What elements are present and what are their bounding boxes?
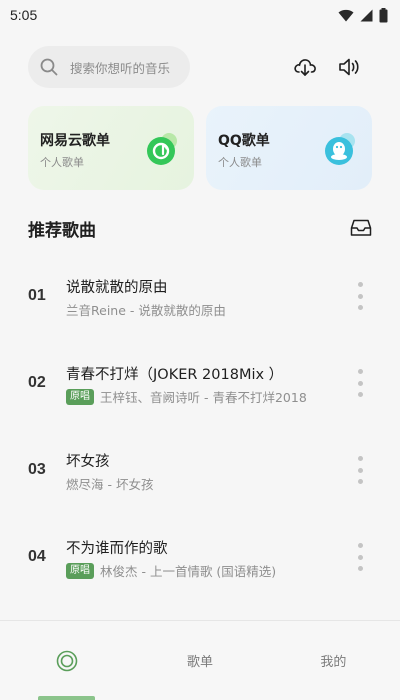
dot-icon (357, 369, 363, 374)
netease-music-icon (147, 133, 177, 165)
song-meta: 兰音Reine - 说散就散的原由 (66, 300, 226, 319)
song-artist: 王梓钰、音阙诗听 - 青春不打烊2018 (100, 390, 307, 405)
tab-mine[interactable]: 我的 (267, 621, 400, 700)
more-options-button[interactable] (354, 369, 366, 397)
dot-icon (357, 566, 363, 571)
bottom-nav: 歌单 我的 (0, 620, 400, 700)
more-options-button[interactable] (354, 543, 366, 571)
dot-icon (357, 543, 363, 548)
dot-icon (357, 479, 363, 484)
inbox-icon[interactable] (350, 218, 372, 238)
dot-icon (357, 305, 363, 310)
volume-button[interactable] (336, 54, 362, 80)
song-number: 04 (28, 548, 46, 565)
download-button[interactable] (292, 54, 318, 80)
original-badge: 原唱 (66, 562, 94, 579)
song-row[interactable]: 03 坏女孩 燃尽海 - 坏女孩 (0, 436, 400, 523)
dot-icon (357, 456, 363, 461)
section-header: 推荐歌曲 (28, 214, 372, 242)
more-options-button[interactable] (354, 282, 366, 310)
song-list: 01 说散就散的原由 兰音Reine - 说散就散的原由 02 青春不打烊（JO… (0, 262, 400, 610)
song-title: 不为谁而作的歌 (66, 541, 168, 557)
battery-icon (379, 7, 388, 22)
speaker-icon (339, 58, 359, 76)
song-title: 坏女孩 (66, 454, 110, 470)
song-row[interactable]: 01 说散就散的原由 兰音Reine - 说散就散的原由 (0, 262, 400, 349)
song-title: 青春不打烊（JOKER 2018Mix ） (66, 367, 284, 383)
song-title: 说散就散的原由 (66, 280, 168, 296)
tab-playlists[interactable]: 歌单 (133, 621, 266, 700)
song-number: 03 (28, 461, 46, 478)
search-placeholder: 搜索你想听的音乐 (70, 60, 171, 76)
tab-home[interactable] (0, 621, 133, 700)
more-options-button[interactable] (354, 456, 366, 484)
song-artist: 燃尽海 - 坏女孩 (66, 477, 154, 492)
dot-icon (357, 380, 363, 386)
qq-playlist-card[interactable]: QQ歌单 个人歌单 (206, 106, 372, 190)
card-subtitle: 个人歌单 (40, 156, 84, 169)
netease-playlist-card[interactable]: 网易云歌单 个人歌单 (28, 106, 194, 190)
status-time: 5:05 (10, 7, 38, 23)
music-disc-icon (56, 650, 77, 671)
status-bar: 5:05 (0, 0, 400, 30)
dot-icon (357, 554, 363, 560)
search-icon (40, 58, 58, 76)
dot-icon (357, 293, 363, 299)
card-title: QQ歌单 (218, 133, 270, 149)
song-meta: 燃尽海 - 坏女孩 (66, 474, 153, 493)
song-number: 01 (28, 287, 46, 304)
card-subtitle: 个人歌单 (218, 156, 262, 169)
status-icons (338, 7, 388, 23)
song-artist: 兰音Reine - 说散就散的原由 (66, 303, 226, 318)
card-title: 网易云歌单 (40, 133, 110, 149)
song-artist: 林俊杰 - 上一首情歌 (国语精选) (100, 564, 277, 579)
active-tab-indicator (38, 696, 95, 700)
search-input[interactable]: 搜索你想听的音乐 (28, 46, 190, 88)
original-badge: 原唱 (66, 388, 94, 405)
song-meta: 原唱 王梓钰、音阙诗听 - 青春不打烊2018 (66, 387, 307, 406)
dot-icon (357, 467, 363, 473)
tab-label: 歌单 (186, 655, 213, 670)
top-bar: 搜索你想听的音乐 (28, 46, 378, 88)
song-row[interactable]: 04 不为谁而作的歌 原唱 林俊杰 - 上一首情歌 (国语精选) (0, 523, 400, 610)
song-row[interactable]: 02 青春不打烊（JOKER 2018Mix ） 原唱 王梓钰、音阙诗听 - 青… (0, 349, 400, 436)
cloud-download-icon (294, 59, 316, 76)
wifi-icon (338, 9, 354, 21)
song-meta: 原唱 林俊杰 - 上一首情歌 (国语精选) (66, 561, 276, 580)
tab-label: 我的 (320, 655, 347, 670)
section-title: 推荐歌曲 (28, 220, 96, 241)
signal-icon (360, 9, 373, 21)
dot-icon (357, 282, 363, 287)
qq-penguin-icon (325, 133, 355, 165)
dot-icon (357, 392, 363, 397)
song-number: 02 (28, 374, 46, 391)
